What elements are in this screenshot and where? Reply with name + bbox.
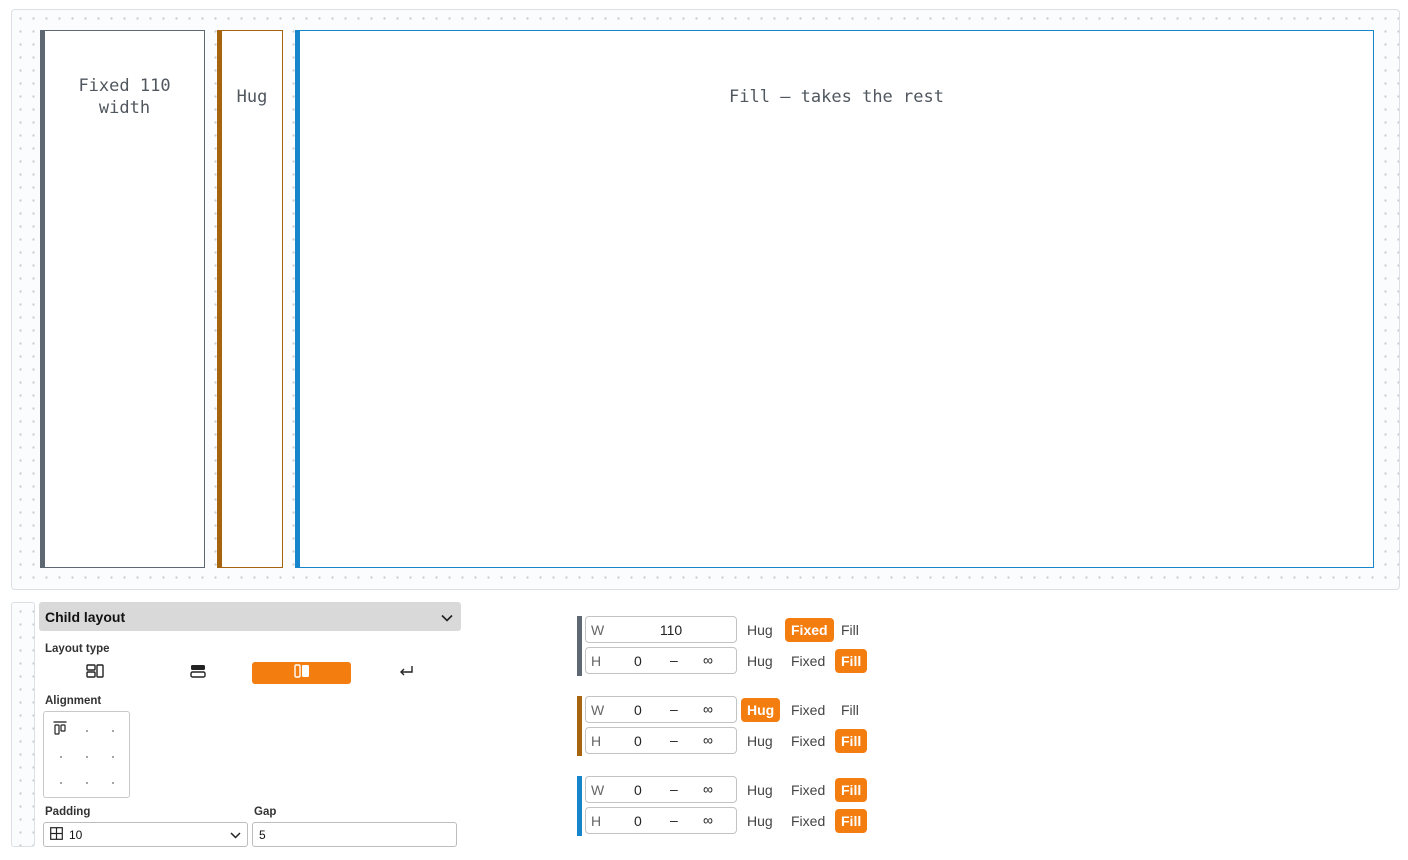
height-fill-option[interactable]: Fill: [835, 729, 868, 753]
frame-hug-label: Hug: [236, 87, 268, 107]
layout-type-columns-button[interactable]: [252, 662, 351, 684]
chevron-down-icon: [230, 828, 241, 842]
axis-label: W: [591, 702, 605, 718]
height-field[interactable]: H 0 – ∞: [585, 647, 737, 674]
frame-fixed[interactable]: Fixed 110 width: [40, 30, 205, 568]
range-separator: –: [670, 652, 678, 668]
align-top-right[interactable]: [112, 730, 114, 732]
height-hug-option[interactable]: Hug: [741, 649, 779, 673]
sizer-color-bar: [577, 616, 582, 676]
height-row: H 0 – ∞ Hug Fixed Fill: [585, 647, 875, 674]
frame-fill[interactable]: Fill — takes the rest: [295, 30, 1374, 568]
padding-grid-icon: [50, 826, 63, 843]
height-max: ∞: [703, 652, 713, 668]
height-max: ∞: [703, 812, 713, 828]
layout-type-grid-button[interactable]: [45, 662, 144, 684]
width-row: W 0 – ∞ Hug Fixed Fill: [585, 696, 875, 723]
padding-label: Padding: [45, 806, 91, 818]
align-top-left-icon[interactable]: [53, 721, 67, 740]
range-separator: –: [670, 732, 678, 748]
width-fixed-option[interactable]: Fixed: [785, 778, 831, 802]
width-hug-option[interactable]: Hug: [741, 698, 781, 722]
width-field[interactable]: W 110: [585, 616, 737, 643]
axis-label: H: [591, 733, 602, 749]
grid-icon: [85, 663, 104, 683]
axis-label: H: [591, 813, 602, 829]
height-fixed-option[interactable]: Fixed: [785, 729, 831, 753]
height-fixed-option[interactable]: Fixed: [785, 649, 831, 673]
width-max: ∞: [703, 701, 713, 717]
height-fill-option[interactable]: Fill: [835, 649, 868, 673]
width-field[interactable]: W 0 – ∞: [585, 696, 737, 723]
gap-input[interactable]: [252, 822, 457, 847]
width-fixed-option[interactable]: Fixed: [785, 698, 831, 722]
align-middle-center[interactable]: [86, 756, 88, 758]
width-hug-option[interactable]: Hug: [741, 778, 779, 802]
gap-label: Gap: [254, 806, 277, 818]
height-row: H 0 – ∞ Hug Fixed Fill: [585, 727, 875, 754]
layout-type-label: Layout type: [45, 643, 110, 655]
alignment-label: Alignment: [45, 695, 102, 707]
layout-type-options: [45, 661, 455, 685]
frame-hug[interactable]: Hug: [217, 30, 283, 568]
width-row: W 0 – ∞ Hug Fixed Fill: [585, 776, 875, 803]
height-min: 0: [634, 733, 642, 749]
height-row: H 0 – ∞ Hug Fixed Fill: [585, 807, 875, 834]
alignment-grid: [43, 711, 130, 798]
width-fixed-option[interactable]: Fixed: [785, 618, 834, 642]
axis-label: W: [591, 782, 605, 798]
height-hug-option[interactable]: Hug: [741, 809, 779, 833]
width-field[interactable]: W 0 – ∞: [585, 776, 737, 803]
child-layout-panel: Child layout Layout type Alignment Paddi…: [39, 602, 461, 852]
align-bottom-center[interactable]: [86, 782, 88, 784]
height-fill-option[interactable]: Fill: [835, 809, 868, 833]
axis-label: H: [591, 653, 602, 669]
columns-icon: [293, 663, 310, 683]
width-hug-option[interactable]: Hug: [741, 618, 779, 642]
width-fill-option[interactable]: Fill: [835, 778, 868, 802]
width-fill-option[interactable]: Fill: [835, 698, 865, 722]
align-middle-left[interactable]: [60, 756, 62, 758]
align-bottom-left[interactable]: [60, 782, 62, 784]
width-value: 110: [659, 622, 683, 638]
chevron-down-icon[interactable]: [441, 609, 453, 625]
range-separator: –: [670, 781, 678, 797]
padding-value: 10: [69, 827, 83, 842]
wrap-icon: [398, 664, 414, 682]
height-min: 0: [634, 653, 642, 669]
height-fixed-option[interactable]: Fixed: [785, 809, 831, 833]
height-max: ∞: [703, 732, 713, 748]
layout-type-rows-button[interactable]: [148, 662, 247, 684]
width-row: W 110 Hug Fixed Fill: [585, 616, 875, 643]
range-separator: –: [670, 701, 678, 717]
frame-fill-label: Fill — takes the rest: [729, 87, 944, 107]
width-min: 0: [634, 782, 642, 798]
align-bottom-right[interactable]: [112, 782, 114, 784]
range-separator: –: [670, 812, 678, 828]
sizer-color-bar: [577, 776, 582, 836]
height-field[interactable]: H 0 – ∞: [585, 727, 737, 754]
layout-canvas: Fixed 110 width Hug Fill — takes the res…: [11, 9, 1400, 590]
axis-label: W: [591, 622, 605, 638]
panel-title: Child layout: [45, 608, 126, 625]
height-field[interactable]: H 0 – ∞: [585, 807, 737, 834]
height-hug-option[interactable]: Hug: [741, 729, 779, 753]
height-min: 0: [634, 813, 642, 829]
child-layout-header[interactable]: Child layout: [39, 602, 461, 631]
width-min: 0: [634, 702, 642, 718]
align-middle-right[interactable]: [112, 756, 114, 758]
side-strip: [11, 602, 35, 847]
width-fill-option[interactable]: Fill: [835, 618, 865, 642]
rows-icon: [189, 664, 206, 683]
layout-type-wrap-button[interactable]: [356, 662, 455, 684]
width-max: ∞: [703, 781, 713, 797]
frame-fixed-label: Fixed 110 width: [78, 76, 171, 118]
sizer-color-bar: [577, 696, 582, 756]
align-top-center[interactable]: [86, 730, 88, 732]
padding-select[interactable]: 10: [43, 822, 248, 847]
